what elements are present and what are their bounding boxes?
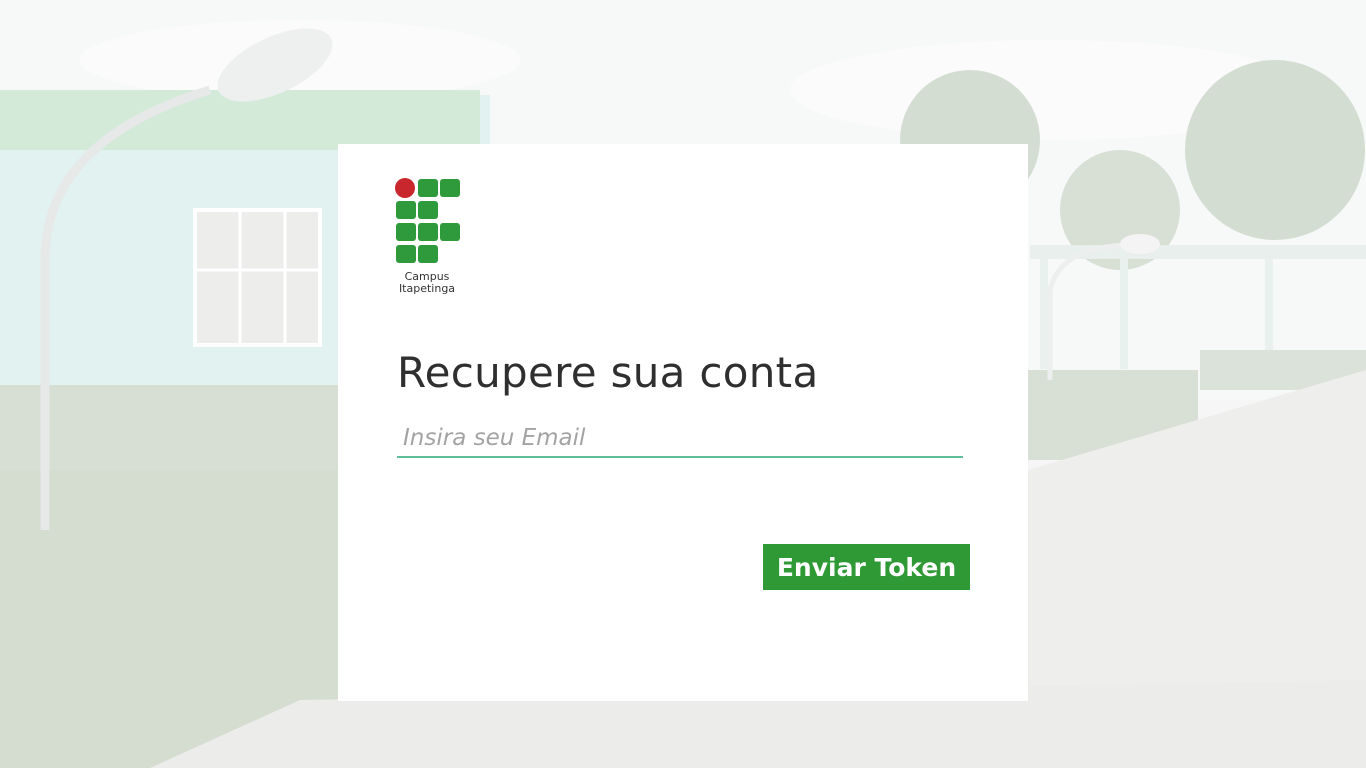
campus-city: Itapetinga bbox=[398, 282, 456, 295]
logo-red-dot bbox=[395, 178, 415, 198]
recover-account-card: Campus Itapetinga Recupere sua conta Env… bbox=[338, 144, 1028, 701]
logo-block bbox=[440, 223, 460, 241]
page-title: Recupere sua conta bbox=[397, 348, 819, 397]
logo-block bbox=[396, 223, 416, 241]
logo-block bbox=[418, 179, 438, 197]
logo-block bbox=[396, 201, 416, 219]
logo-block bbox=[396, 245, 416, 263]
campus-name: Campus Itapetinga bbox=[394, 271, 460, 295]
email-field[interactable] bbox=[397, 420, 963, 458]
logo-block bbox=[440, 179, 460, 197]
logo-block bbox=[418, 245, 438, 263]
send-token-button[interactable]: Enviar Token bbox=[763, 544, 970, 590]
logo-block bbox=[418, 223, 438, 241]
logo-block bbox=[418, 201, 438, 219]
